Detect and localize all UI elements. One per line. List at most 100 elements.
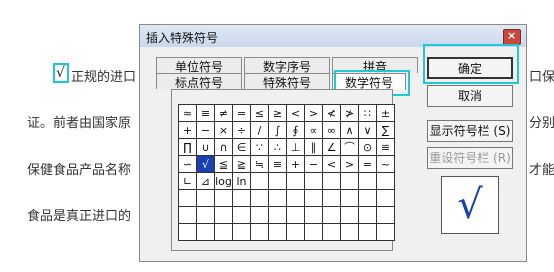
symbol-cell[interactable] [179, 190, 197, 207]
symbol-cell[interactable]: < [323, 156, 341, 173]
symbol-cell[interactable] [269, 207, 287, 224]
symbol-cell[interactable] [377, 224, 395, 241]
symbol-cell[interactable]: ∷ [359, 105, 377, 122]
symbol-cell[interactable] [305, 224, 323, 241]
symbol-cell[interactable]: ∧ [341, 122, 359, 139]
symbol-cell[interactable]: > [341, 156, 359, 173]
symbol-cell[interactable] [269, 173, 287, 190]
symbol-cell[interactable] [269, 224, 287, 241]
symbol-cell[interactable] [377, 173, 395, 190]
symbol-cell[interactable]: ≈ [179, 105, 197, 122]
symbol-cell[interactable] [359, 207, 377, 224]
symbol-cell[interactable]: ≥ [269, 105, 287, 122]
symbol-cell[interactable] [251, 190, 269, 207]
symbol-cell[interactable]: ≤ [251, 105, 269, 122]
symbol-cell[interactable] [341, 224, 359, 241]
symbol-cell[interactable]: ≡ [197, 105, 215, 122]
ok-button[interactable]: 确定 [427, 57, 513, 79]
symbol-cell[interactable]: − [197, 122, 215, 139]
symbol-cell[interactable] [323, 173, 341, 190]
symbol-cell[interactable]: ÷ [233, 122, 251, 139]
symbol-cell[interactable] [179, 224, 197, 241]
symbol-cell[interactable] [179, 207, 197, 224]
symbol-cell[interactable]: ∽ [179, 156, 197, 173]
symbol-cell[interactable] [215, 190, 233, 207]
symbol-cell[interactable]: × [215, 122, 233, 139]
symbol-cell[interactable] [305, 207, 323, 224]
symbol-cell[interactable] [323, 207, 341, 224]
symbol-cell[interactable]: ≧ [233, 156, 251, 173]
symbol-cell[interactable] [359, 190, 377, 207]
symbol-cell[interactable] [251, 224, 269, 241]
symbol-cell[interactable]: ≡ [269, 156, 287, 173]
tab-unit-symbols[interactable]: 单位符号 [156, 57, 242, 74]
symbol-cell[interactable] [233, 190, 251, 207]
symbol-cell[interactable]: ∩ [215, 139, 233, 156]
symbol-cell[interactable] [341, 173, 359, 190]
symbol-cell[interactable]: ∏ [179, 139, 197, 156]
symbol-cell[interactable]: ≯ [341, 105, 359, 122]
close-button[interactable]: × [503, 29, 521, 45]
symbol-cell[interactable]: ∴ [269, 139, 287, 156]
symbol-cell[interactable]: ln [233, 173, 251, 190]
symbol-cell[interactable]: ∟ [179, 173, 197, 190]
symbol-cell-selected[interactable]: √ [197, 156, 215, 173]
symbol-cell[interactable]: + [287, 156, 305, 173]
symbol-cell[interactable] [251, 173, 269, 190]
symbol-cell[interactable]: ± [377, 105, 395, 122]
symbol-cell[interactable] [323, 190, 341, 207]
symbol-cell[interactable]: ∑ [377, 122, 395, 139]
symbol-cell[interactable] [341, 207, 359, 224]
symbol-cell[interactable]: ∥ [305, 139, 323, 156]
tab-number-sequence[interactable]: 数字序号 [244, 57, 330, 74]
symbol-cell[interactable]: ~ [377, 156, 395, 173]
symbol-cell[interactable]: ∞ [323, 122, 341, 139]
symbol-cell[interactable] [287, 173, 305, 190]
symbol-cell[interactable] [215, 224, 233, 241]
symbol-cell[interactable]: ⊥ [287, 139, 305, 156]
tab-special-symbols[interactable]: 特殊符号 [244, 73, 330, 90]
symbol-cell[interactable]: ≌ [377, 139, 395, 156]
symbol-cell[interactable]: ∠ [323, 139, 341, 156]
symbol-cell[interactable]: ≮ [323, 105, 341, 122]
symbol-cell[interactable]: + [179, 122, 197, 139]
symbol-cell[interactable] [287, 224, 305, 241]
symbol-cell[interactable] [287, 207, 305, 224]
symbol-cell[interactable] [377, 207, 395, 224]
symbol-cell[interactable]: ≠ [215, 105, 233, 122]
symbol-cell[interactable]: ∫ [269, 122, 287, 139]
symbol-cell[interactable] [251, 207, 269, 224]
symbol-cell[interactable]: ∨ [359, 122, 377, 139]
symbol-cell[interactable] [359, 224, 377, 241]
symbol-cell[interactable]: ∈ [233, 139, 251, 156]
symbol-cell[interactable] [233, 207, 251, 224]
symbol-cell[interactable]: ∵ [251, 139, 269, 156]
symbol-cell[interactable]: ≦ [215, 156, 233, 173]
show-symbol-bar-button[interactable]: 显示符号栏 (S) [427, 120, 513, 142]
symbol-cell[interactable]: ⌒ [341, 139, 359, 156]
symbol-cell[interactable]: log [215, 173, 233, 190]
symbol-cell[interactable] [269, 190, 287, 207]
symbol-cell[interactable]: / [251, 122, 269, 139]
symbol-cell[interactable]: < [287, 105, 305, 122]
symbol-cell[interactable] [287, 190, 305, 207]
symbol-cell[interactable] [233, 224, 251, 241]
symbol-cell[interactable]: ⊿ [197, 173, 215, 190]
symbol-cell[interactable]: ≒ [251, 156, 269, 173]
symbol-cell[interactable]: ⊙ [359, 139, 377, 156]
symbol-cell[interactable] [215, 207, 233, 224]
symbol-cell[interactable] [305, 173, 323, 190]
symbol-cell[interactable]: = [233, 105, 251, 122]
cancel-button[interactable]: 取消 [427, 85, 513, 107]
symbol-cell[interactable]: ∪ [197, 139, 215, 156]
symbol-cell[interactable] [359, 173, 377, 190]
symbol-cell[interactable] [197, 190, 215, 207]
symbol-cell[interactable] [341, 190, 359, 207]
symbol-cell[interactable]: > [305, 105, 323, 122]
symbol-cell[interactable] [323, 224, 341, 241]
symbol-cell[interactable] [197, 224, 215, 241]
symbol-cell[interactable]: = [359, 156, 377, 173]
symbol-cell[interactable] [377, 190, 395, 207]
symbol-cell[interactable]: ∝ [305, 122, 323, 139]
symbol-cell[interactable] [305, 190, 323, 207]
